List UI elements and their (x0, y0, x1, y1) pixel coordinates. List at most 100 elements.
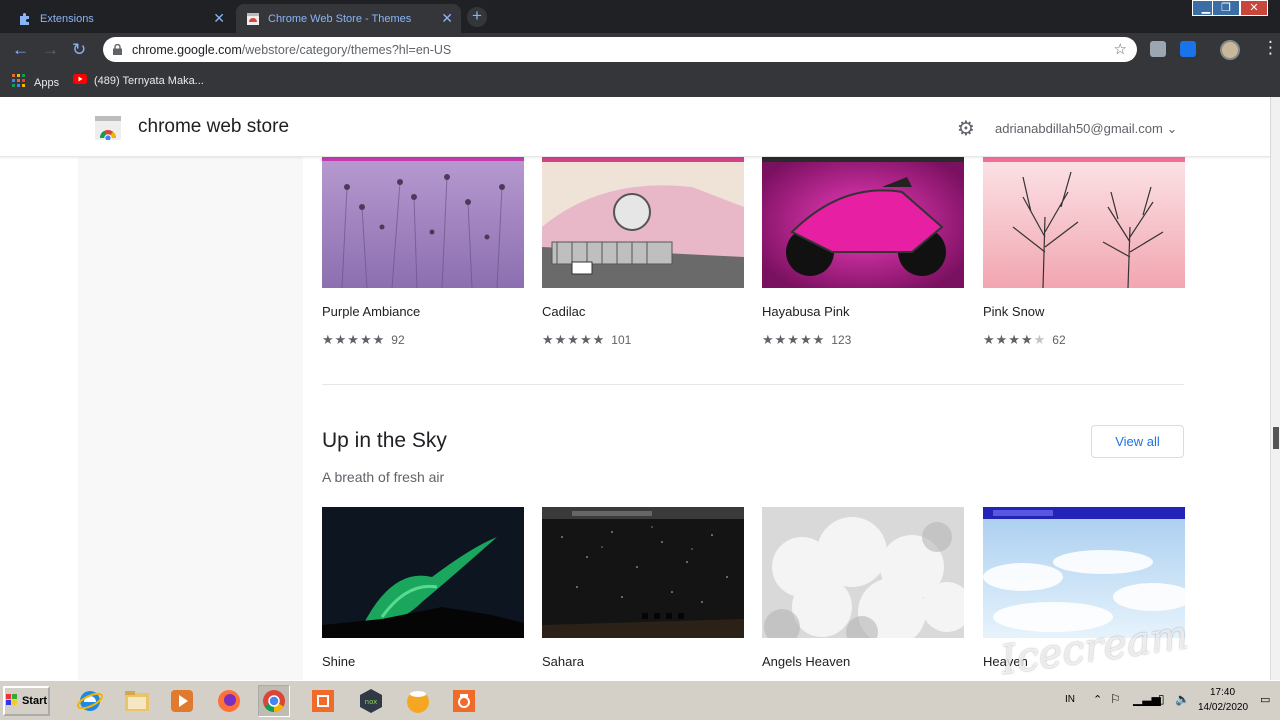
theme-name[interactable]: Hayabusa Pink (762, 304, 964, 320)
rating-count: 62 (1052, 333, 1066, 347)
theme-thumbnail[interactable] (542, 507, 744, 638)
webstore-logo[interactable] (94, 116, 122, 142)
theme-card[interactable]: Sahara (542, 507, 744, 670)
page-scrollbar[interactable] (1270, 97, 1280, 680)
close-tab-icon[interactable]: ✕ (441, 10, 453, 27)
profile-avatar[interactable] (1220, 40, 1240, 60)
toolbar: ← → ↻ chrome.google.com/webstore/categor… (0, 33, 1280, 66)
maximize-button[interactable]: ❐ (1212, 0, 1240, 16)
start-label: Start (21, 695, 48, 707)
theme-thumbnail[interactable] (762, 157, 964, 288)
bookmark-apps[interactable]: Apps (12, 74, 59, 91)
theme-rating: ★★★★★ 62 (983, 332, 1185, 348)
close-tab-icon[interactable]: ✕ (213, 10, 225, 27)
language-indicator[interactable]: IN (1065, 694, 1075, 705)
tab-strip: Extensions ✕ Chrome Web Store - Themes ✕… (0, 0, 1280, 33)
section-title: Up in the Sky (322, 429, 447, 452)
account-menu[interactable]: adrianabdillah50@gmail.com ⌄ (995, 121, 1177, 137)
app-icon[interactable] (402, 685, 434, 717)
gear-icon[interactable]: ⚙ (957, 116, 975, 141)
windows-logo-icon (5, 693, 18, 709)
menu-icon[interactable]: ⋮ (1262, 38, 1279, 58)
network-icon[interactable]: ▁▃▅ (1133, 692, 1161, 706)
extension-icon[interactable] (1150, 41, 1166, 57)
chevron-down-icon: ⌄ (1166, 121, 1178, 136)
url-host: chrome.google.com (132, 42, 242, 57)
bookmarks-bar: Apps (489) Ternyata Maka... (0, 66, 1280, 97)
clock-date[interactable]: 14/02/2020 (1198, 702, 1248, 713)
close-window-button[interactable]: ✕ (1240, 0, 1268, 16)
theme-thumbnail[interactable] (762, 507, 964, 638)
taskbar: Start nox IN ⌃ ⚐ ▁▃▅ ▯ 🔈 17:40 14/02/202… (0, 680, 1280, 720)
theme-name[interactable]: Shine (322, 654, 524, 670)
nox-icon[interactable]: nox (355, 685, 387, 717)
apps-grid-icon (12, 74, 26, 91)
theme-rating: ★★★★★ 92 (322, 332, 524, 348)
theme-thumbnail[interactable] (542, 157, 744, 288)
ie-icon[interactable] (74, 685, 106, 717)
bookmark-youtube[interactable]: (489) Ternyata Maka... (73, 74, 204, 87)
reload-icon[interactable]: ↻ (72, 40, 86, 60)
address-bar[interactable]: chrome.google.com/webstore/category/them… (103, 37, 1137, 62)
explorer-icon[interactable] (121, 685, 153, 717)
back-icon[interactable]: ← (12, 40, 29, 60)
theme-card[interactable]: Purple Ambiance ★★★★★ 92 (322, 157, 524, 348)
left-sidebar (78, 157, 303, 680)
theme-thumbnail[interactable] (983, 157, 1185, 288)
screen-recorder-icon[interactable] (307, 685, 339, 717)
volume-icon[interactable]: 🔈 (1175, 692, 1190, 706)
rating-stars-icon: ★★★★★ (322, 332, 386, 347)
theme-card[interactable]: Shine (322, 507, 524, 670)
forward-icon[interactable]: → (42, 40, 59, 60)
svg-text:nox: nox (365, 698, 378, 706)
bookmark-star-icon[interactable]: ☆ (1114, 40, 1127, 58)
theme-name[interactable]: Cadilac (542, 304, 744, 320)
rating-stars-icon: ★★★★★ (762, 332, 826, 347)
system-tray: IN ⌃ ⚐ ▁▃▅ ▯ 🔈 17:40 14/02/2020 ▭ (1055, 684, 1280, 718)
youtube-icon (73, 74, 87, 87)
theme-rating: ★★★★★ 123 (762, 332, 964, 348)
tab-webstore[interactable]: Chrome Web Store - Themes ✕ (236, 4, 461, 33)
rating-count: 92 (391, 333, 405, 347)
extension-search-icon[interactable] (1180, 41, 1196, 57)
theme-name[interactable]: Purple Ambiance (322, 304, 524, 320)
account-email: adrianabdillah50@gmail.com (995, 121, 1163, 136)
webstore-header: chrome web store ⚙ adrianabdillah50@gmai… (0, 97, 1270, 157)
new-tab-button[interactable]: + (467, 7, 487, 27)
webstore-icon (246, 12, 260, 26)
clock-time[interactable]: 17:40 (1210, 687, 1235, 698)
section-divider (322, 384, 1184, 385)
theme-card[interactable]: Hayabusa Pink ★★★★★ 123 (762, 157, 964, 348)
theme-name[interactable]: Sahara (542, 654, 744, 670)
theme-name[interactable]: Angels Heaven (762, 654, 964, 670)
store-title[interactable]: chrome web store (138, 116, 289, 138)
camera-icon[interactable] (448, 685, 480, 717)
tab-title: Extensions (40, 12, 94, 25)
theme-card[interactable]: Pink Snow ★★★★★ 62 (983, 157, 1185, 348)
media-player-icon[interactable] (166, 685, 198, 717)
lock-icon (113, 43, 122, 55)
theme-card[interactable]: Cadilac ★★★★★ 101 (542, 157, 744, 348)
rating-stars-icon: ★★★★★ (542, 332, 606, 347)
puzzle-icon (18, 12, 32, 26)
flag-icon[interactable]: ⚐ (1110, 692, 1121, 706)
tab-extensions[interactable]: Extensions ✕ (8, 4, 233, 33)
battery-icon[interactable]: ▯ (1158, 692, 1165, 706)
start-button[interactable]: Start (3, 686, 50, 716)
scrollbar-thumb[interactable] (1273, 427, 1279, 449)
tray-arrow-icon[interactable]: ⌃ (1093, 693, 1102, 706)
bookmark-label: Apps (34, 76, 60, 89)
rating-count: 101 (611, 333, 632, 347)
notification-icon[interactable]: ▭ (1260, 693, 1270, 706)
view-all-button[interactable]: View all (1091, 425, 1184, 458)
firefox-icon[interactable] (213, 685, 245, 717)
rating-stars-icon: ★★★★★ (983, 332, 1047, 347)
theme-card[interactable]: Angels Heaven (762, 507, 964, 670)
browser-chrome: Extensions ✕ Chrome Web Store - Themes ✕… (0, 0, 1280, 97)
chrome-icon[interactable] (258, 685, 290, 717)
theme-thumbnail[interactable] (322, 507, 524, 638)
bookmark-label: (489) Ternyata Maka... (94, 74, 204, 87)
theme-name[interactable]: Pink Snow (983, 304, 1185, 320)
theme-thumbnail[interactable] (322, 157, 524, 288)
tab-title: Chrome Web Store - Themes (268, 12, 412, 25)
